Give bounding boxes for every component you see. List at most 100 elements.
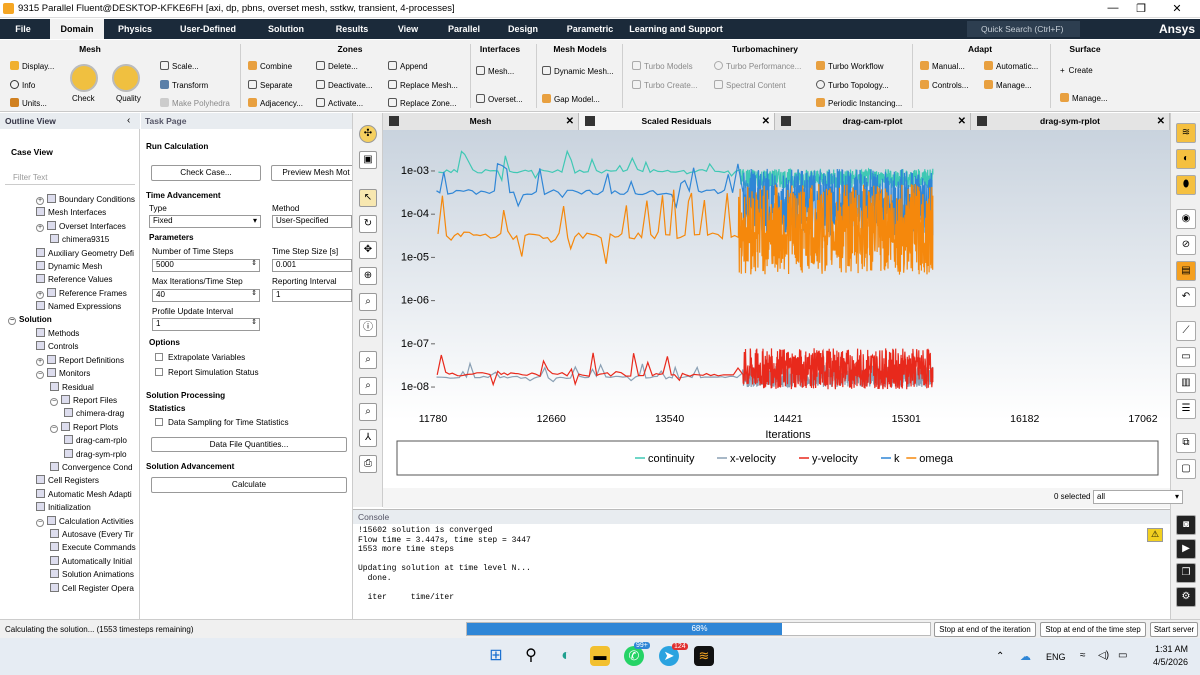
dynamic-mesh-button[interactable]: Dynamic Mesh... — [542, 66, 614, 76]
gap-model-button[interactable]: Gap Model... — [542, 94, 600, 104]
pointer-icon[interactable]: ↖ — [359, 189, 377, 207]
tree-item[interactable]: + Report Definitions — [36, 354, 124, 366]
reporting-interval-input[interactable]: 1 — [272, 289, 352, 302]
expand-icon[interactable]: + — [36, 197, 44, 205]
close-tab-icon[interactable]: ✕ — [1157, 113, 1165, 130]
expand-icon[interactable]: + — [36, 223, 44, 232]
tree-item[interactable]: Convergence Cond — [50, 462, 133, 472]
tree-item[interactable]: Autosave (Every Tir — [50, 529, 133, 539]
combine-button[interactable]: Combine — [248, 61, 292, 71]
adapt-automatic-button[interactable]: Automatic... — [984, 61, 1038, 71]
tree-item[interactable]: chimera9315 — [50, 234, 109, 244]
zoom-in-icon[interactable]: ⌕ — [359, 351, 377, 369]
copy-icon[interactable]: ⧉ — [1176, 433, 1196, 453]
tree-item[interactable]: Execute Commands — [50, 542, 136, 552]
fit-icon[interactable]: ▭ — [1176, 347, 1196, 367]
tab-scaled-residuals[interactable]: Scaled Residuals ✕ — [579, 113, 775, 130]
file-explorer-icon[interactable]: ▬ — [590, 646, 610, 666]
tree-item[interactable]: Auxiliary Geometry Defi — [36, 247, 134, 258]
menu-parametric[interactable]: Parametric — [560, 19, 620, 39]
layout-icon[interactable]: ▣ — [359, 151, 377, 169]
menu-results[interactable]: Results — [326, 19, 378, 39]
surface-manage-button[interactable]: Manage... — [1060, 93, 1108, 103]
pathlines-icon[interactable]: ⬮ — [1176, 175, 1196, 195]
tree-item[interactable]: chimera-drag — [64, 408, 124, 418]
replace-zone-button[interactable]: Replace Zone... — [388, 98, 456, 108]
battery-icon[interactable]: ▭ — [1118, 650, 1127, 661]
rotate-icon[interactable]: ↻ — [359, 215, 377, 233]
delete-button[interactable]: Delete... — [316, 61, 358, 71]
adapt-controls-button[interactable]: Controls... — [920, 80, 968, 90]
tree-item[interactable]: − Report Plots — [50, 421, 118, 433]
tree-item[interactable]: − Solution — [8, 315, 52, 325]
close-tab-icon[interactable]: ✕ — [566, 113, 574, 130]
zoom-icon[interactable]: ⌕ — [359, 293, 377, 311]
tree-item[interactable]: Named Expressions — [36, 301, 121, 311]
filter-text-input[interactable]: Filter Text — [5, 171, 135, 185]
search-icon[interactable]: ⚲ — [521, 646, 541, 666]
axes-icon[interactable]: ⅄ — [359, 429, 377, 447]
tree-item[interactable]: − Report Files — [50, 395, 117, 406]
expand-icon[interactable]: + — [36, 357, 44, 366]
eye-icon[interactable]: ◉ — [1176, 209, 1196, 229]
menu-design[interactable]: Design — [500, 19, 546, 39]
undo-icon[interactable]: ↶ — [1176, 287, 1196, 307]
check-button[interactable]: Check — [72, 94, 95, 103]
zoom-box-icon[interactable]: ⊕ — [359, 267, 377, 285]
menu-view[interactable]: View — [388, 19, 428, 39]
calculate-button[interactable]: Calculate — [151, 477, 347, 493]
tree-item[interactable]: + Overset Interfaces — [36, 220, 126, 232]
deactivate-button[interactable]: Deactivate... — [316, 80, 372, 90]
start-server-button[interactable]: Start server — [1150, 622, 1198, 637]
close-tab-icon[interactable]: ✕ — [762, 113, 770, 130]
line-chart-icon[interactable]: ⟋ — [1176, 321, 1196, 341]
window-icon[interactable]: ❐ — [1176, 563, 1196, 583]
tree-item[interactable]: drag-sym-rplo — [64, 448, 127, 459]
annotate-icon[interactable]: ▢ — [1176, 459, 1196, 479]
replace-mesh-button[interactable]: Replace Mesh... — [388, 80, 458, 90]
mesh-interfaces-button[interactable]: Mesh... — [476, 66, 514, 76]
spinner-icon[interactable]: ⇕ — [251, 318, 257, 326]
tree-item[interactable]: Cell Register Opera — [50, 582, 134, 593]
tab-drag-sym-rplot[interactable]: drag-sym-rplot ✕ — [971, 113, 1170, 130]
tree-item[interactable]: Residual — [50, 381, 94, 392]
extrapolate-checkbox[interactable]: Extrapolate Variables — [155, 353, 245, 362]
tree-item[interactable]: Mesh Interfaces — [36, 207, 106, 217]
tree-item[interactable]: Reference Values — [36, 274, 112, 284]
data-sampling-checkbox[interactable]: Data Sampling for Time Statistics — [155, 418, 289, 427]
console-panel[interactable]: Console !15602 solution is converged Flo… — [353, 509, 1170, 619]
console-output[interactable]: !15602 solution is converged Flow time =… — [358, 526, 531, 602]
collapse-icon[interactable]: − — [36, 518, 44, 527]
time-steps-input[interactable]: 5000 ⇕ — [152, 259, 260, 272]
turbo-topology-button[interactable]: Turbo Topology... — [816, 80, 889, 90]
spinner-icon[interactable]: ⇕ — [251, 289, 257, 297]
activate-button[interactable]: Activate... — [316, 98, 363, 108]
make-polyhedra-button[interactable]: Make Polyhedra — [160, 98, 230, 108]
contours-icon[interactable]: ≋ — [1176, 123, 1196, 143]
step-size-input[interactable]: 0.001 — [272, 259, 352, 272]
adapt-manual-button[interactable]: Manual... — [920, 61, 965, 71]
clock-date[interactable]: 4/5/2026 — [1140, 657, 1188, 667]
tree-item[interactable]: Methods — [36, 328, 79, 338]
tree-item[interactable]: + Boundary Conditions — [36, 194, 135, 205]
collapse-icon[interactable]: − — [8, 316, 16, 325]
turbo-create-button[interactable]: Turbo Create... — [632, 80, 698, 90]
edge-icon[interactable]: ◐ — [556, 646, 576, 666]
surface-create-button[interactable]: + Create — [1060, 66, 1093, 75]
vectors-icon[interactable]: ◐ — [1176, 149, 1196, 169]
clock-time[interactable]: 1:31 AM — [1148, 644, 1188, 654]
probe-info-icon[interactable]: ⓘ — [359, 319, 377, 337]
eye-off-icon[interactable]: ⊘ — [1176, 235, 1196, 255]
quality-button[interactable]: Quality — [116, 94, 141, 103]
wifi-icon[interactable]: ≈ — [1080, 650, 1086, 661]
tree-item[interactable]: − Monitors — [36, 368, 90, 380]
stop-iteration-button[interactable]: Stop at end of the iteration — [934, 622, 1036, 637]
tree-item[interactable]: Cell Registers — [36, 475, 99, 485]
fluent-taskbar-icon[interactable]: ≋ — [694, 646, 714, 666]
display-button[interactable]: Display... — [10, 61, 54, 71]
info-button[interactable]: Info — [10, 80, 35, 90]
residuals-chart[interactable]: 1e-03 1e-04 1e-05 1e-06 1e-07 1e-08 11780 12660… — [383, 130, 1170, 487]
adjacency-button[interactable]: Adjacency... — [248, 98, 303, 108]
tree-item[interactable]: Automatically Initial — [50, 555, 132, 566]
turbo-performance-button[interactable]: Turbo Performance... — [714, 61, 801, 71]
